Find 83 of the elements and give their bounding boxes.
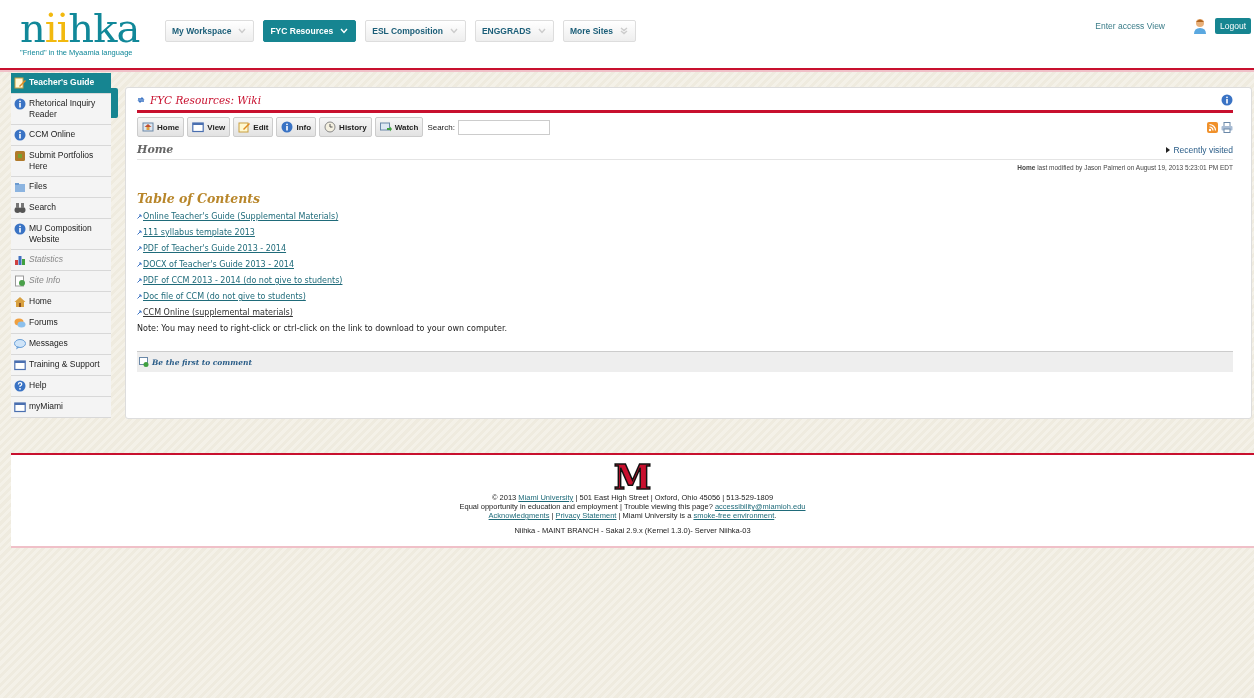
window-icon (192, 121, 205, 133)
toc-link[interactable]: Online Teacher's Guide (Supplemental Materials) (143, 212, 339, 221)
sidebar-item[interactable]: Messages (11, 334, 111, 355)
toc-link[interactable]: Doc file of CCM (do not give to students) (143, 292, 306, 301)
toolbar-button[interactable]: History (319, 117, 372, 137)
sidebar-item[interactable]: Help (11, 376, 111, 397)
access-link[interactable]: Enter access View (1095, 21, 1165, 31)
speech-bubble-icon (14, 338, 26, 350)
folder-icon (14, 181, 26, 193)
toolbar-button[interactable]: Info (276, 117, 317, 137)
toolbar-button[interactable]: Edit (233, 117, 274, 137)
sidebar-item[interactable]: Search (11, 198, 111, 219)
help-icon (14, 380, 26, 392)
logout-button[interactable]: Logout (1215, 18, 1251, 34)
toc-link[interactable]: 111 syllabus template 2013 (143, 228, 255, 237)
info-icon (14, 98, 26, 110)
sidebar-item[interactable]: Files (11, 177, 111, 198)
info-icon (14, 129, 26, 141)
site-tab[interactable]: More Sites (563, 20, 637, 42)
university-logo: M (613, 461, 652, 493)
window-icon (14, 401, 26, 413)
sidebar-item[interactable]: Forums (11, 313, 111, 334)
link-arrow-icon (137, 310, 142, 315)
site-tab[interactable]: My Workspace (165, 20, 255, 42)
sidebar-item[interactable]: MU Composition Website (11, 219, 111, 250)
help-icon (1221, 94, 1233, 106)
site-tab[interactable]: ENGGRADS (474, 20, 555, 42)
rss-icon[interactable] (1207, 121, 1218, 133)
link-arrow-icon (137, 294, 142, 299)
toc-link[interactable]: PDF of CCM 2013 - 2014 (do not give to students) (143, 276, 343, 285)
bar-chart-icon (14, 254, 26, 266)
sidebar-item[interactable]: myMiami (11, 397, 111, 418)
clock-icon (324, 121, 337, 133)
collapse-handle[interactable] (111, 88, 118, 118)
envelope-icon (379, 121, 392, 133)
search-label: Search: (427, 122, 455, 132)
page-icon (14, 275, 26, 287)
note-text: Note: You may need to right-click or ctrl-click on the link to download to your own computer. (137, 324, 508, 333)
sidebar-item[interactable]: Teacher's Guide (11, 73, 111, 94)
sidebar-item[interactable]: Home (11, 292, 111, 313)
comment-icon (139, 357, 149, 367)
link-arrow-icon (137, 230, 142, 235)
window-icon (14, 359, 26, 371)
site-tab[interactable]: ESL Composition (365, 20, 466, 42)
tool-title: FYC Resources: Wiki (150, 94, 262, 106)
toc-heading: Table of Contents (137, 191, 262, 206)
toc-link[interactable]: PDF of Teacher's Guide 2013 - 2014 (143, 244, 287, 253)
info-icon (14, 223, 26, 235)
link-arrow-icon (137, 214, 142, 219)
refresh-icon (137, 96, 145, 104)
print-icon[interactable] (1221, 121, 1233, 133)
toolbar-button[interactable]: View (187, 117, 231, 137)
chat-bubbles-icon (14, 317, 26, 329)
link-arrow-icon (137, 246, 142, 251)
edit-icon (238, 121, 251, 133)
toolbar-button[interactable]: Watch (374, 117, 424, 137)
page-title: Home (137, 143, 174, 156)
document-icon (14, 77, 26, 89)
logo: niihka (20, 8, 141, 48)
sidebar-item[interactable]: Submit Portfolios Here (11, 146, 111, 177)
chevron-icon (237, 27, 248, 35)
recently-visited-link[interactable]: Recently visited (1173, 145, 1233, 155)
link-arrow-icon (137, 262, 142, 267)
user-avatar-icon (1193, 18, 1207, 34)
toc-link[interactable]: CCM Online (supplemental materials) (143, 308, 293, 317)
search-field[interactable] (457, 119, 550, 135)
toc-link[interactable]: DOCX of Teacher's Guide 2013 - 2014 (143, 260, 294, 269)
triangle-icon (1166, 147, 1171, 153)
house-icon (14, 296, 26, 308)
link-arrow-icon (137, 278, 142, 283)
box-icon (14, 150, 26, 162)
chevron-icon (339, 27, 350, 35)
chevron-icon (448, 27, 459, 35)
site-tab[interactable]: FYC Resources (263, 20, 357, 42)
sidebar-item[interactable]: Rhetorical Inquiry Reader (11, 94, 111, 125)
info-icon (281, 121, 294, 133)
sidebar-item[interactable]: Training & Support (11, 355, 111, 376)
chevron-icon (537, 27, 548, 35)
chevron-icon (619, 27, 630, 35)
binoculars-icon (14, 202, 26, 214)
toolbar-button[interactable]: Home (137, 117, 185, 137)
sidebar-item[interactable]: CCM Online (11, 125, 111, 146)
house-icon (142, 121, 154, 133)
